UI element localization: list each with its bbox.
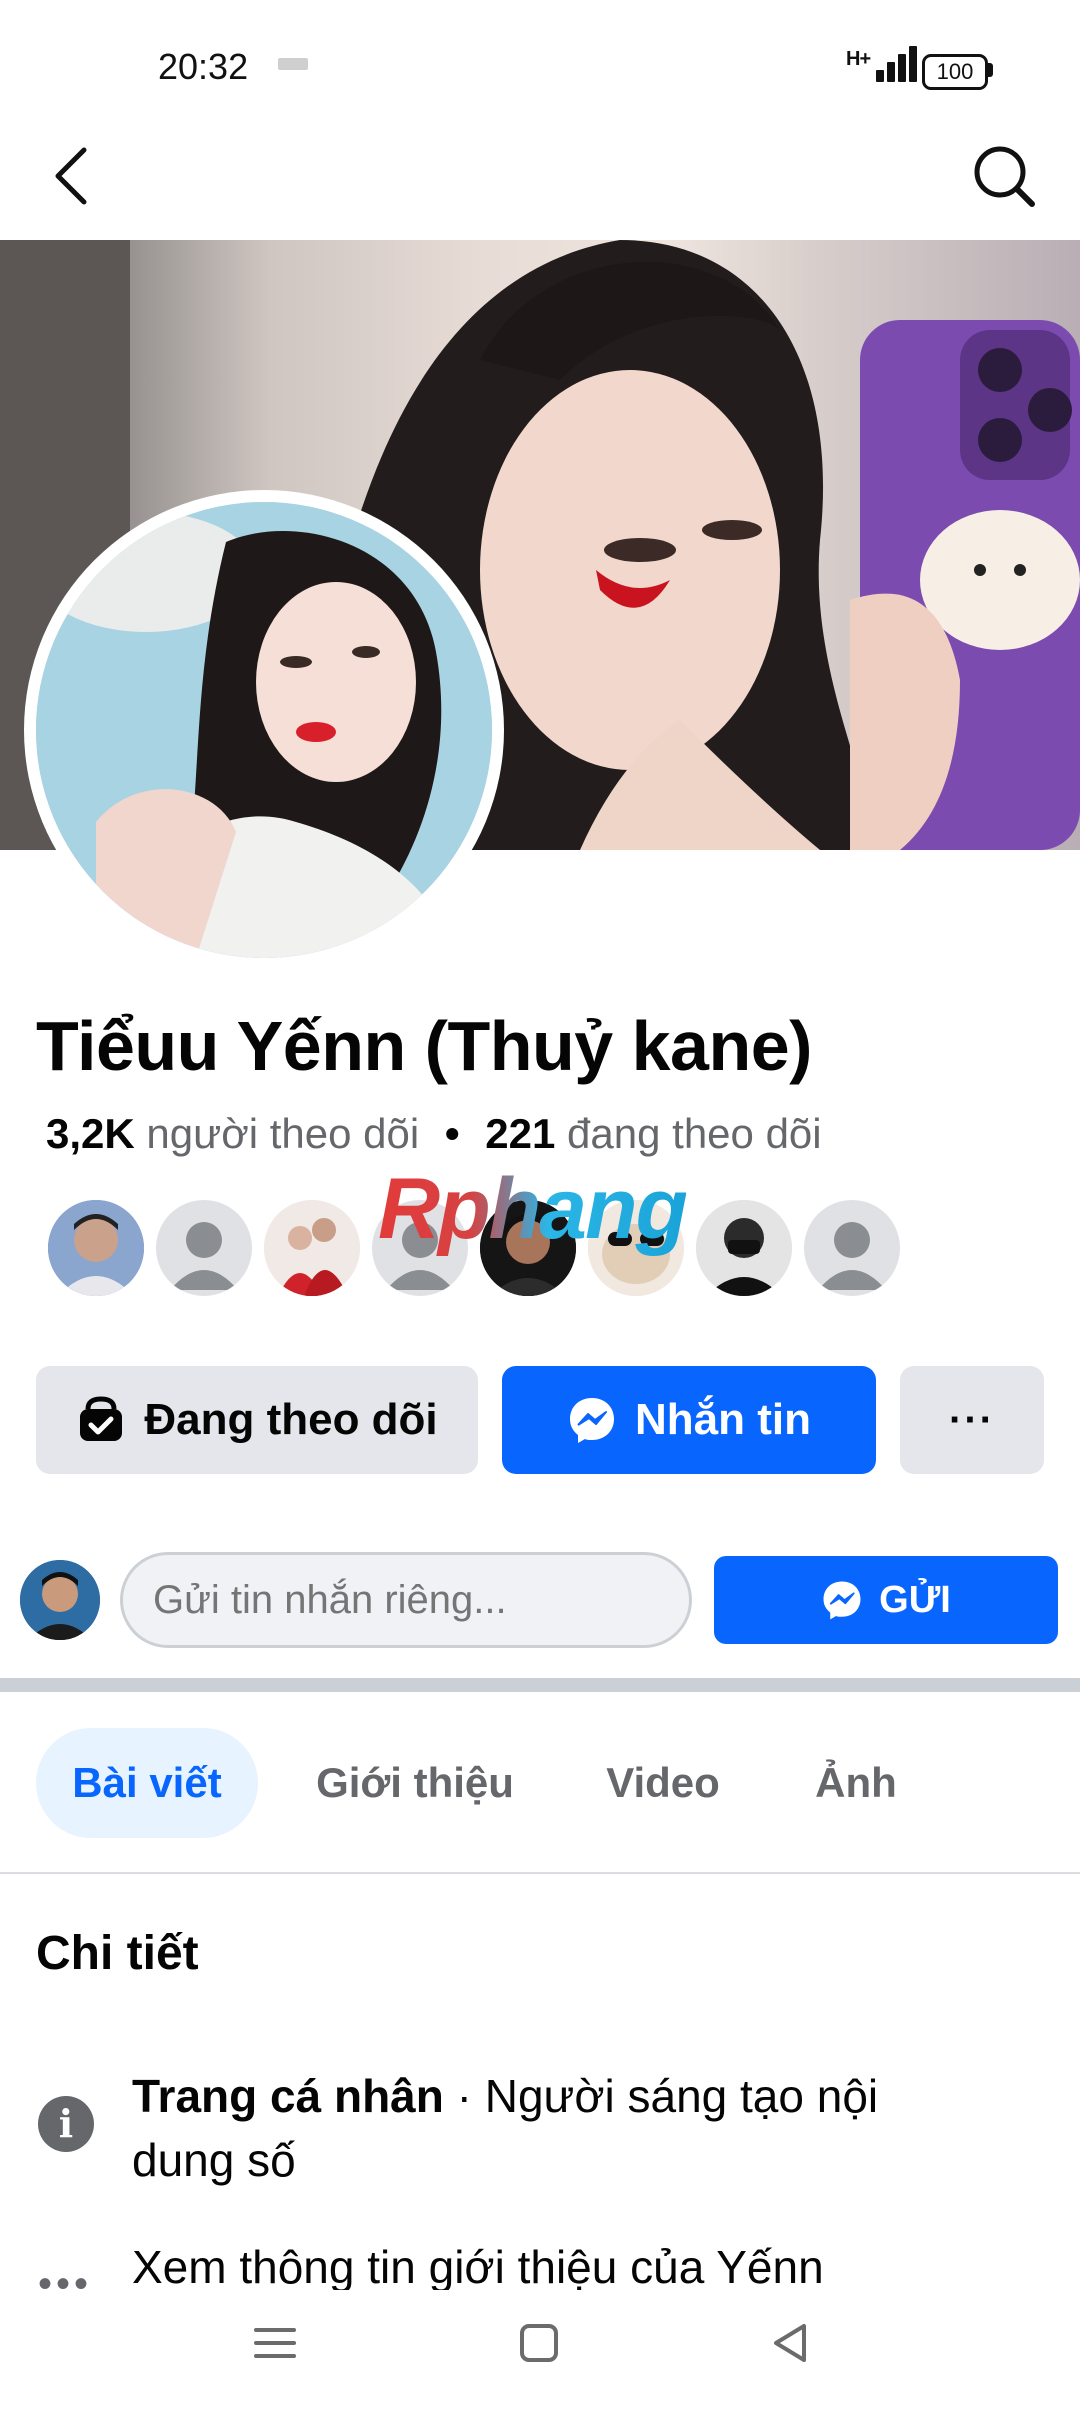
page-type-info: Trang cá nhân · Người sáng tạo nội dung … <box>132 2064 992 2192</box>
home-button[interactable] <box>514 2318 564 2368</box>
current-user-avatar <box>20 1560 100 1640</box>
follower-avatar[interactable] <box>694 1198 794 1298</box>
tabs-divider <box>0 1872 1080 1874</box>
followers-label[interactable]: người theo dõi <box>146 1110 419 1157</box>
send-button-label: GỬI <box>879 1578 951 1621</box>
battery-icon: 100 <box>922 54 988 90</box>
followers-count[interactable]: 3,2K <box>46 1110 135 1157</box>
page-type-bold: Trang cá nhân <box>132 2070 444 2122</box>
tab-label: Video <box>606 1759 720 1806</box>
tab-label: Bài viết <box>72 1759 222 1806</box>
chevron-left-icon <box>55 147 87 205</box>
follow-stats: 3,2K người theo dõi • 221 đang theo dõi <box>46 1110 822 1158</box>
messenger-icon <box>823 1581 861 1620</box>
tab-photos[interactable]: Ảnh <box>790 1728 922 1838</box>
message-button-label: Nhắn tin <box>635 1395 811 1444</box>
follower-avatar[interactable] <box>262 1198 362 1298</box>
square-icon <box>520 2324 558 2362</box>
tab-posts[interactable]: Bài viết <box>36 1728 258 1838</box>
system-nav-bar <box>0 2290 1080 2412</box>
following-button-label: Đang theo dõi <box>144 1395 438 1444</box>
tab-about[interactable]: Giới thiệu <box>290 1728 540 1838</box>
notification-icon <box>278 58 308 70</box>
recent-apps-button[interactable] <box>250 2318 300 2368</box>
follower-avatar[interactable] <box>154 1198 254 1298</box>
follower-avatar[interactable] <box>802 1198 902 1298</box>
signal-icon <box>876 46 917 82</box>
more-options-button[interactable]: ··· <box>900 1366 1044 1474</box>
profile-name: Tiểuu Yếnn (Thuỷ kane) <box>36 1007 813 1085</box>
battery-tip <box>988 63 993 77</box>
stats-separator: • <box>444 1110 460 1157</box>
messenger-icon <box>570 1398 614 1443</box>
following-label[interactable]: đang theo dõi <box>567 1110 822 1157</box>
details-title: Chi tiết <box>36 1927 199 1980</box>
see-about-link[interactable]: Xem thông tin giới thiệu của Yếnn <box>132 2240 824 2294</box>
search-icon <box>974 146 1035 207</box>
profile-picture-art <box>36 502 492 958</box>
back-button[interactable] <box>44 140 104 212</box>
tab-label: Giới thiệu <box>316 1759 514 1806</box>
network-type: H+ <box>846 48 871 70</box>
section-separator <box>0 1678 1080 1692</box>
triangle-back-icon <box>774 2324 806 2362</box>
watermark: Rphang <box>378 1161 688 1257</box>
send-button[interactable]: GỬI <box>714 1556 1058 1644</box>
following-count[interactable]: 221 <box>485 1110 555 1157</box>
private-message-input[interactable] <box>120 1552 692 1648</box>
tab-video[interactable]: Video <box>578 1728 748 1838</box>
profile-picture[interactable] <box>36 502 492 958</box>
status-time: 20:32 <box>158 46 249 87</box>
tab-label: Ảnh <box>815 1759 897 1806</box>
following-button[interactable]: Đang theo dõi <box>36 1366 478 1474</box>
search-button[interactable] <box>968 140 1040 212</box>
following-check-icon <box>80 1396 123 1441</box>
message-button[interactable]: Nhắn tin <box>502 1366 876 1474</box>
menu-icon <box>254 2328 296 2358</box>
info-icon: i <box>38 2096 94 2152</box>
more-dots-icon: ··· <box>949 1397 995 1442</box>
back-nav-button[interactable] <box>766 2318 816 2368</box>
follower-avatar[interactable] <box>46 1198 146 1298</box>
